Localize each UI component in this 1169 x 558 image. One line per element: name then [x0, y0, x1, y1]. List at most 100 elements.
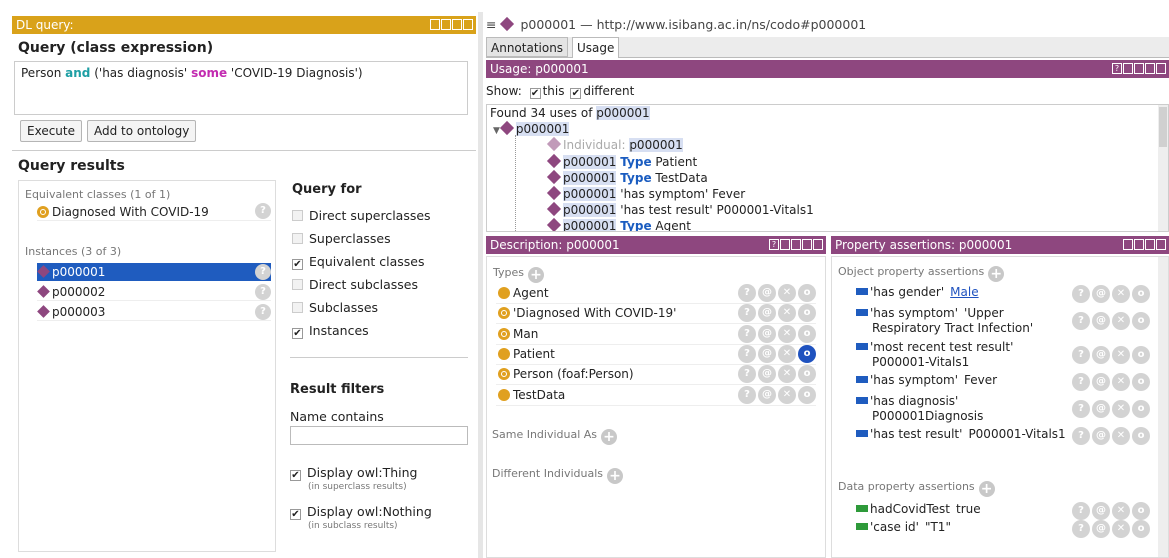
explain-icon[interactable]: ? [1072, 373, 1090, 391]
help-icon[interactable]: ? [255, 304, 271, 320]
add-different-icon[interactable]: + [607, 468, 624, 484]
explain-icon[interactable]: ? [738, 324, 756, 343]
tree-row[interactable]: p000001 Type Patient [546, 153, 697, 169]
object-prop-item[interactable]: 'has diagnosis' P000001Diagnosis [856, 394, 983, 424]
data-prop-item[interactable]: 'case id' "T1" [856, 520, 951, 534]
add-data-prop-icon[interactable]: + [978, 481, 995, 497]
delete-icon[interactable]: ✕ [1112, 373, 1130, 391]
explain-icon[interactable]: ? [1072, 285, 1090, 303]
delete-icon[interactable]: ✕ [778, 344, 796, 363]
edit-icon[interactable]: o [1132, 285, 1150, 303]
annotate-icon[interactable]: @ [758, 385, 776, 404]
instance-item-1[interactable]: p000001 ? [37, 263, 271, 281]
add-type-icon[interactable]: + [528, 267, 544, 283]
type-item[interactable]: TestData [498, 386, 565, 404]
delete-icon[interactable]: ✕ [1112, 520, 1130, 538]
checkbox[interactable] [292, 210, 303, 221]
edit-icon[interactable]: o [1132, 520, 1150, 538]
annotate-icon[interactable]: @ [1092, 520, 1110, 538]
equiv-item[interactable]: Diagnosed With COVID-19 ? [37, 203, 271, 221]
explain-icon[interactable]: ? [1072, 520, 1090, 538]
window-buttons[interactable]: ? [1112, 63, 1166, 74]
annotate-icon[interactable]: @ [1092, 312, 1110, 330]
execute-button[interactable]: Execute [20, 120, 82, 142]
explain-icon[interactable]: ? [738, 365, 756, 384]
tree-row[interactable]: p000001 'has test result' P000001-Vitals… [546, 201, 814, 217]
window-buttons[interactable] [430, 19, 473, 30]
tab-annotations[interactable]: Annotations [486, 37, 569, 57]
menu-icon[interactable]: ≡ [486, 17, 496, 32]
explain-icon[interactable]: ? [1072, 427, 1090, 445]
tree-row[interactable]: p000001 Type Agent [546, 217, 691, 231]
type-item[interactable]: Man [498, 325, 538, 343]
explain-icon[interactable]: ? [1072, 502, 1090, 520]
pane-separator[interactable] [478, 12, 483, 558]
edit-icon[interactable]: o [798, 304, 816, 323]
object-prop-item[interactable]: 'has symptom' 'Upper Respiratory Tract Inf… [856, 306, 1033, 336]
edit-icon[interactable]: o [1132, 373, 1150, 391]
delete-icon[interactable]: ✕ [1112, 427, 1130, 445]
window-buttons[interactable]: ? [769, 239, 823, 250]
edit-icon[interactable]: o [1132, 312, 1150, 330]
type-item[interactable]: 'Diagnosed With COVID-19' [498, 304, 676, 322]
delete-icon[interactable]: ✕ [1112, 346, 1130, 364]
edit-icon[interactable]: o [798, 324, 816, 343]
checkbox[interactable] [292, 279, 303, 290]
checkbox[interactable]: ✔ [292, 328, 303, 339]
checkbox[interactable] [292, 233, 303, 244]
option-direct-superclasses[interactable]: Direct superclasses [292, 208, 431, 223]
data-prop-item[interactable]: hadCovidTest true [856, 502, 981, 516]
checkbox[interactable]: ✔ [292, 259, 303, 270]
prop-value[interactable]: Male [950, 285, 978, 299]
delete-icon[interactable]: ✕ [1112, 312, 1130, 330]
this-checkbox[interactable]: ✔ [529, 88, 541, 99]
object-prop-item[interactable]: 'has symptom' Fever [856, 373, 997, 388]
tab-usage[interactable]: Usage [572, 37, 620, 58]
tree-row[interactable]: p000001 'has symptom' Fever [546, 185, 745, 201]
edit-icon[interactable]: o [1132, 427, 1150, 445]
tree-root[interactable]: ▼ p000001 [493, 120, 570, 136]
scrollbar[interactable] [1158, 257, 1168, 557]
add-object-prop-icon[interactable]: + [988, 266, 1005, 282]
instance-item-3[interactable]: p000003 ? [37, 303, 271, 321]
delete-icon[interactable]: ✕ [778, 365, 796, 384]
annotate-icon[interactable]: @ [758, 284, 776, 302]
delete-icon[interactable]: ✕ [1112, 400, 1130, 418]
different-checkbox[interactable]: ✔ [570, 88, 582, 99]
query-editor[interactable]: Person and ('has diagnosis' some 'COVID-… [14, 61, 468, 115]
checkbox[interactable]: ✔ [290, 509, 301, 520]
annotate-icon[interactable]: @ [1092, 502, 1110, 520]
explain-icon[interactable]: ? [738, 304, 756, 323]
explain-icon[interactable]: ? [738, 344, 756, 363]
tree-row-individual[interactable]: Individual: p000001 [546, 136, 683, 152]
name-contains-input[interactable] [290, 426, 468, 445]
annotate-icon[interactable]: @ [758, 324, 776, 343]
object-prop-item[interactable]: 'has test result' P000001-Vitals1 [856, 427, 1066, 442]
explain-icon[interactable]: ? [1072, 346, 1090, 364]
edit-icon[interactable]: o [798, 284, 816, 302]
checkbox[interactable]: ✔ [290, 470, 301, 481]
delete-icon[interactable]: ✕ [778, 304, 796, 323]
explain-icon[interactable]: ? [1072, 400, 1090, 418]
display-thing-option[interactable]: ✔ Display owl:Thing [290, 465, 418, 481]
annotate-icon[interactable]: @ [758, 304, 776, 323]
annotate-icon[interactable]: @ [758, 344, 776, 363]
window-buttons[interactable] [1123, 239, 1166, 250]
annotate-icon[interactable]: @ [1092, 285, 1110, 303]
delete-icon[interactable]: ✕ [778, 324, 796, 343]
annotate-icon[interactable]: @ [1092, 427, 1110, 445]
object-prop-item[interactable]: 'most recent test result' P000001-Vitals1 [856, 340, 1019, 370]
annotate-icon[interactable]: @ [758, 365, 776, 384]
checkbox[interactable] [292, 302, 303, 313]
edit-icon[interactable]: o [1132, 400, 1150, 418]
explain-icon[interactable]: ? [1072, 312, 1090, 330]
help-icon[interactable]: ? [255, 203, 271, 219]
edit-icon[interactable]: o [798, 385, 816, 404]
option-superclasses[interactable]: Superclasses [292, 231, 391, 246]
explain-icon[interactable]: ? [738, 385, 756, 404]
delete-icon[interactable]: ✕ [1112, 502, 1130, 520]
type-item[interactable]: Agent [498, 284, 549, 302]
delete-icon[interactable]: ✕ [778, 284, 796, 302]
annotate-icon[interactable]: @ [1092, 346, 1110, 364]
display-nothing-option[interactable]: ✔ Display owl:Nothing [290, 504, 432, 520]
